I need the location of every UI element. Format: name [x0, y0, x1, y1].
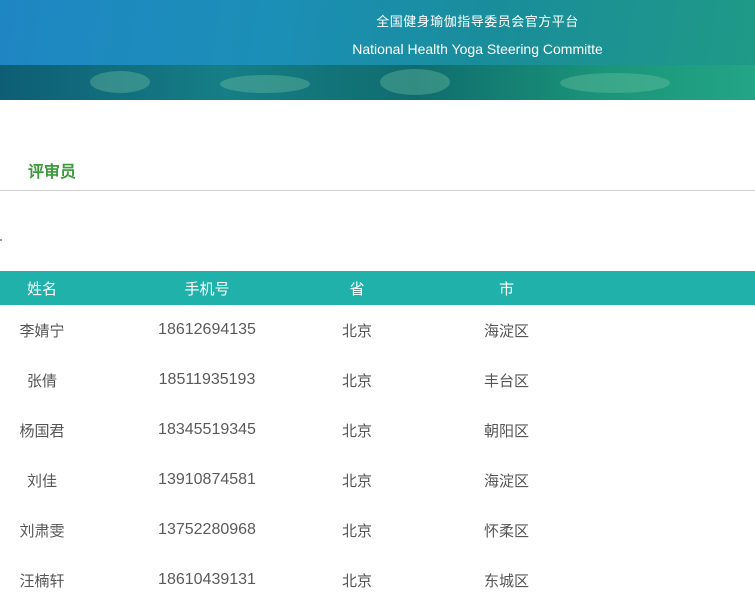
column-header-empty [629, 271, 755, 305]
site-title-en: National Health Yoga Steering Committe [352, 41, 603, 57]
cell-province: 北京 [341, 571, 372, 590]
cell-phone: 13910874581 [158, 471, 256, 488]
section-divider [0, 190, 755, 191]
cell-province: 北京 [341, 521, 372, 540]
cell-name: 刘肃雯 [19, 521, 65, 540]
cell-city: 东城区 [483, 571, 529, 590]
cell-province: 北京 [341, 371, 372, 390]
cell-phone: 13752280968 [158, 521, 256, 538]
table-header-row: 姓名 手机号 省 市 [0, 271, 755, 305]
cell-province: 北京 [341, 421, 372, 440]
cell-name: 李婧宁 [19, 321, 65, 340]
reviewers-table: 姓名 手机号 省 市 李婧宁 18612694135 北京 海淀区 张倩 185… [0, 271, 755, 605]
table-row: 张倩 18511935193 北京 丰台区 [0, 355, 755, 405]
cell-name: 杨国君 [19, 421, 65, 440]
cell-phone: 18345519345 [158, 421, 256, 438]
column-header-phone: 手机号 [184, 279, 230, 298]
cell-city: 朝阳区 [483, 421, 529, 440]
column-header-province: 省 [349, 279, 365, 298]
cell-phone: 18610439131 [158, 571, 256, 588]
cell-city: 海淀区 [483, 471, 529, 490]
column-header-name: 姓名 [26, 279, 57, 298]
cell-city: 怀柔区 [483, 521, 529, 540]
edge-mark [0, 239, 2, 241]
banner-decoration [0, 65, 755, 100]
cell-province: 北京 [341, 321, 372, 340]
cell-city: 丰台区 [483, 371, 529, 390]
cell-province: 北京 [341, 471, 372, 490]
column-header-city: 市 [498, 279, 514, 298]
header-banner: 全国健身瑜伽指导委员会官方平台 National Health Yoga Ste… [0, 0, 755, 100]
cell-city: 海淀区 [483, 321, 529, 340]
table-row: 刘佳 13910874581 北京 海淀区 [0, 455, 755, 505]
cell-phone: 18511935193 [158, 371, 256, 388]
cell-name: 张倩 [26, 371, 57, 390]
table-row: 刘肃雯 13752280968 北京 怀柔区 [0, 505, 755, 555]
table-row: 杨国君 18345519345 北京 朝阳区 [0, 405, 755, 455]
cell-name: 刘佳 [26, 471, 57, 490]
table-row: 李婧宁 18612694135 北京 海淀区 [0, 305, 755, 355]
cell-phone: 18612694135 [158, 321, 256, 338]
section-title: 评审员 [28, 162, 77, 181]
cell-name: 汪楠轩 [19, 571, 65, 590]
site-title-cn: 全国健身瑜伽指导委员会官方平台 [376, 15, 579, 30]
table-row: 汪楠轩 18610439131 北京 东城区 [0, 555, 755, 605]
